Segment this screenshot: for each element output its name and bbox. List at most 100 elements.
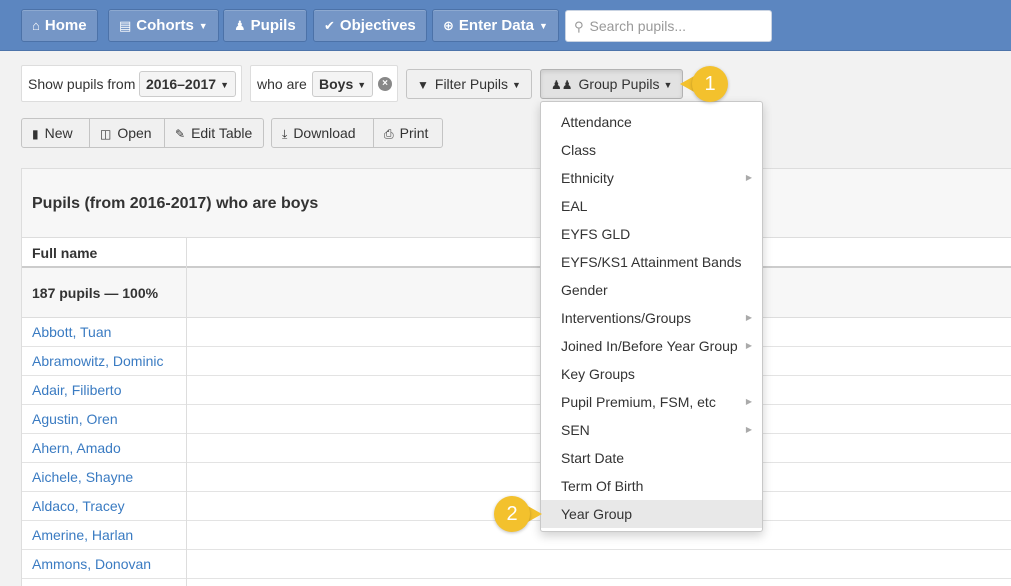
callout-number: 1	[692, 66, 728, 102]
chevron-down-icon: ▼	[512, 80, 521, 91]
pupil-link[interactable]: Agustin, Oren	[32, 411, 118, 427]
menu-item-key-groups[interactable]: Key Groups	[541, 360, 762, 388]
menu-item-label: Year Group	[561, 506, 633, 522]
print-button[interactable]: ⎙ Print	[373, 118, 443, 148]
open-button[interactable]: ◫ Open	[89, 118, 165, 148]
menu-item-eyfs-gld[interactable]: EYFS GLD	[541, 220, 762, 248]
table-caption: Pupils (from 2016-2017) who are boys	[22, 169, 1011, 238]
download-button[interactable]: ⤓ Download	[271, 118, 374, 148]
pupil-link[interactable]: Adair, Filiberto	[32, 382, 121, 398]
top-navbar: ⌂ Home ▤ Cohorts ▼ ♟ Pupils ✔ Objectives ⊕ Ent…	[0, 0, 1011, 51]
chevron-down-icon: ▼	[198, 20, 208, 31]
chevron-down-icon: ▼	[538, 20, 548, 31]
menu-item-label: Pupil Premium, FSM, etc	[561, 394, 716, 410]
table-title: Pupils (from 2016-2017) who are boys	[32, 195, 319, 212]
menu-item-eal[interactable]: EAL	[541, 192, 762, 220]
menu-item-gender[interactable]: Gender	[541, 276, 762, 304]
search-input[interactable]	[589, 18, 760, 34]
print-label: Print	[399, 125, 429, 141]
print-icon: ⎙	[384, 127, 394, 141]
plus-circle-icon: ⊕	[443, 18, 454, 33]
new-button[interactable]: ▮ New	[21, 118, 90, 148]
menu-item-year-group[interactable]: Year Group	[541, 500, 762, 528]
menu-item-label: Ethnicity	[561, 170, 614, 186]
menu-item-attendance[interactable]: Attendance	[541, 108, 762, 136]
enter-data-label: Enter Data	[458, 17, 534, 34]
year-select-value: 2016–2017	[146, 76, 217, 92]
menu-item-joined-in[interactable]: Joined In/Before Year Group ▶	[541, 332, 762, 360]
pupil-link[interactable]: Ahern, Amado	[32, 440, 121, 456]
menu-item-eyfs-ks1-bands[interactable]: EYFS/KS1 Attainment Bands	[541, 248, 762, 276]
remove-filter-icon[interactable]: ×	[378, 77, 392, 91]
menu-item-start-date[interactable]: Start Date	[541, 444, 762, 472]
pupils-button[interactable]: ♟ Pupils	[223, 9, 307, 42]
summary-row: 187 pupils — 100%	[22, 268, 1011, 318]
menu-item-class[interactable]: Class	[541, 136, 762, 164]
chevron-right-icon: ▶	[745, 397, 752, 406]
pupil-link[interactable]: Aldaco, Tracey	[32, 498, 125, 514]
menu-item-interventions[interactable]: Interventions/Groups ▶	[541, 304, 762, 332]
pupil-link[interactable]: Abbott, Tuan	[32, 324, 111, 340]
menu-item-term-of-birth[interactable]: Term Of Birth	[541, 472, 762, 500]
group-pupils-menu: Attendance Class Ethnicity ▶ EAL EYFS GLD…	[540, 101, 763, 532]
search-box: ⚲	[565, 10, 772, 42]
gender-select-value: Boys	[319, 76, 354, 92]
menu-item-label: Joined In/Before Year Group	[561, 338, 738, 354]
callout-step-2: 2	[494, 496, 542, 532]
home-button[interactable]: ⌂ Home	[21, 9, 98, 42]
objectives-label: Objectives	[339, 17, 416, 34]
table-row: Abramowitz, Dominic	[22, 347, 1011, 376]
file-icon: ▮	[32, 127, 39, 141]
gender-select[interactable]: Boys ▼	[312, 71, 374, 97]
enter-data-button[interactable]: ⊕ Enter Data ▼	[432, 9, 559, 42]
open-label: Open	[117, 125, 152, 141]
menu-item-label: EAL	[561, 198, 588, 214]
chevron-right-icon: ▶	[745, 425, 752, 434]
new-label: New	[44, 125, 73, 141]
menu-item-ethnicity[interactable]: Ethnicity ▶	[541, 164, 762, 192]
download-label: Download	[293, 125, 356, 141]
folder-open-icon: ◫	[100, 127, 112, 141]
search-icon: ⚲	[574, 19, 584, 34]
menu-item-label: Term Of Birth	[561, 478, 644, 494]
pupil-link[interactable]: Amerine, Harlan	[32, 527, 133, 543]
column-divider	[186, 238, 187, 586]
chevron-down-icon: ▼	[663, 80, 673, 91]
menu-item-label: Gender	[561, 282, 608, 298]
download-icon: ⤓	[282, 127, 288, 141]
chevron-right-icon: ▶	[745, 173, 752, 182]
menu-item-sen[interactable]: SEN ▶	[541, 416, 762, 444]
table-row: Adair, Filiberto	[22, 376, 1011, 405]
menu-item-label: Start Date	[561, 450, 625, 466]
pencil-icon: ✎	[175, 127, 186, 141]
group-pupils-label: Group Pupils	[578, 76, 660, 92]
home-icon: ⌂	[32, 18, 40, 33]
objectives-button[interactable]: ✔ Objectives	[313, 9, 427, 42]
edit-table-label: Edit Table	[191, 125, 253, 141]
table-row: Ahern, Amado	[22, 434, 1011, 463]
table-row: Aichele, Shayne	[22, 463, 1011, 492]
menu-item-label: Attendance	[561, 114, 632, 130]
chevron-down-icon: ▼	[357, 80, 367, 91]
year-select[interactable]: 2016–2017 ▼	[139, 71, 236, 97]
chevron-right-icon: ▶	[745, 313, 752, 322]
group-pupils-button[interactable]: ♟♟ Group Pupils ▼	[540, 69, 684, 99]
who-are-label: who are	[257, 76, 307, 92]
menu-item-pupil-premium[interactable]: Pupil Premium, FSM, etc ▶	[541, 388, 762, 416]
menu-item-label: EYFS/KS1 Attainment Bands	[561, 254, 742, 270]
menu-item-label: EYFS GLD	[561, 226, 631, 242]
check-circle-icon: ✔	[324, 18, 335, 33]
callout-number: 2	[494, 496, 530, 532]
column-header-full-name[interactable]: Full name	[32, 245, 97, 261]
filter-pupils-button[interactable]: ▼ Filter Pupils ▼	[406, 69, 532, 99]
cohorts-button[interactable]: ▤ Cohorts ▼	[108, 9, 219, 42]
edit-table-button[interactable]: ✎ Edit Table	[164, 118, 264, 148]
pupil-link[interactable]: Aichele, Shayne	[32, 469, 133, 485]
table-row: Abbott, Tuan	[22, 318, 1011, 347]
table-header-row: Full name	[22, 238, 1011, 268]
pupil-link[interactable]: Abramowitz, Dominic	[32, 353, 163, 369]
callout-step-1: 1	[680, 66, 738, 102]
bar-chart-icon: ▤	[119, 18, 132, 33]
pupil-link[interactable]: Ammons, Donovan	[32, 556, 151, 572]
menu-item-label: SEN	[561, 422, 590, 438]
